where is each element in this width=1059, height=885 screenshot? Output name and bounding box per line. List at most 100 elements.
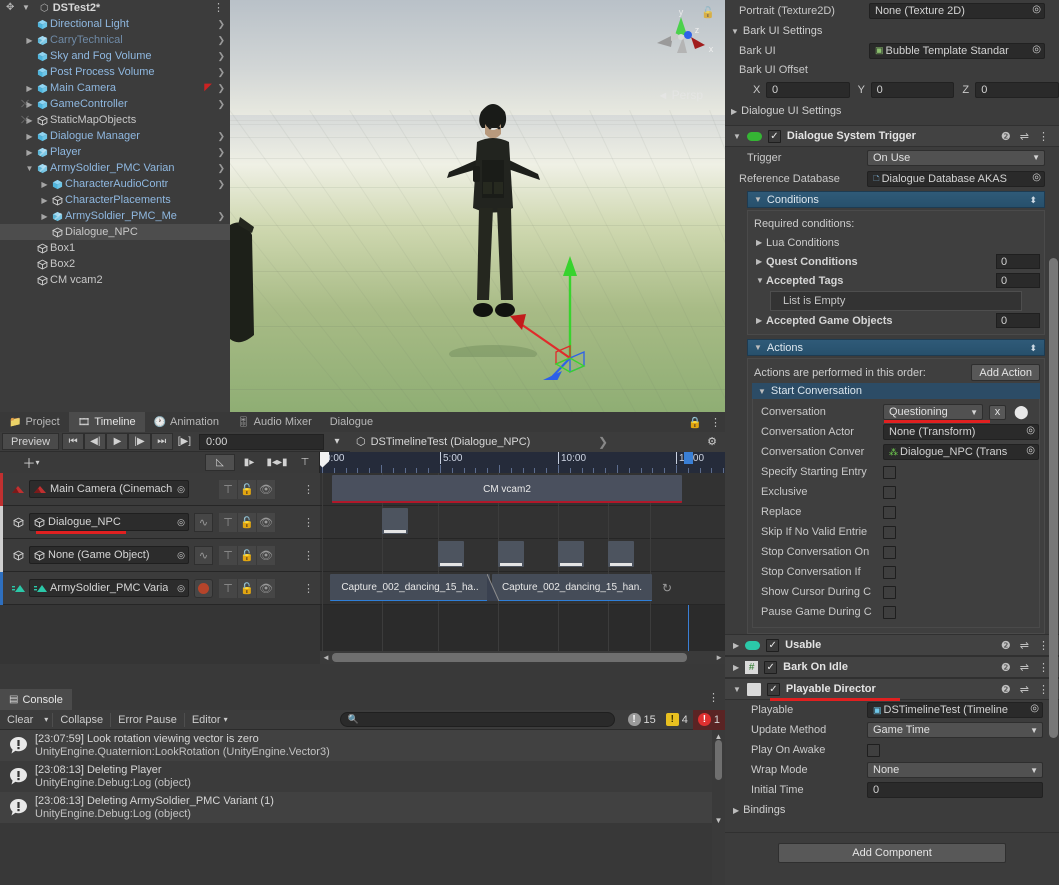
sc-field-skip-if-no-valid-entrie[interactable]: Skip If No Valid Entrie [753,522,1039,542]
inspector-scrollbar[interactable] [1049,258,1058,738]
hierarchy-item-sky-and-fog-volume[interactable]: Sky and Fog Volume ❯ [0,48,230,64]
chevron-right-icon[interactable]: ❯ [217,51,225,62]
track-curve-toggle[interactable]: ◺ [205,453,235,471]
sc-field-show-cursor-during-c[interactable]: Show Cursor During C [753,582,1039,602]
object-picker-icon[interactable]: ◎ [1032,172,1041,183]
track-lock-pin-button[interactable]: ⊤ [219,512,238,532]
console-log-row[interactable]: [23:08:13] Deleting Player UnityEngine.De… [0,761,725,792]
hierarchy-item-characteraudiocontr[interactable]: ▶ CharacterAudioContr ❯ [0,176,230,192]
scroll-right-arrow[interactable]: ► [713,653,725,662]
track-visibility-button[interactable]: 👁 [257,512,276,532]
timeline-clip-7[interactable]: Capture_002_dancing_15_han. [492,574,652,601]
component-menu-icon[interactable]: ⋮ [1038,661,1049,674]
scene-view[interactable]: y x z 🔓 ◄ Persp [230,0,725,412]
timeline-toolbar[interactable]: Preview ⏮ ◀| ▶ |▶ ⏭ [▶] 0:00 ▾ ⬡ DSTimel… [0,431,725,452]
tab-audio-mixer[interactable]: 🎚 Audio Mixer [227,412,321,432]
lua-conditions-row[interactable]: ▶ Lua Conditions [752,233,1040,252]
clear-button[interactable]: Clear [0,711,40,729]
pd-field-initial-time[interactable]: Initial Time 0 [725,780,1059,800]
sc-field-replace[interactable]: Replace [753,502,1039,522]
field-dropdown[interactable]: None ▼ [867,762,1043,778]
previous-frame-button[interactable]: ◀| [84,433,107,450]
hierarchy-item-box2[interactable]: Box2 [0,256,230,272]
sc-field-conversation-conver[interactable]: Conversation Conver ⁂ Dialogue_NPC (Trans ◎ [753,442,1039,462]
timeline-clip-2[interactable] [438,541,464,567]
chevron-right-icon[interactable]: ❯ [217,147,225,158]
sc-field-exclusive[interactable]: Exclusive [753,482,1039,502]
sc-field-stop-conversation-on[interactable]: Stop Conversation On [753,542,1039,562]
preset-icon[interactable]: ⇌ [1020,661,1029,674]
console-log-list[interactable]: [23:07:59] Look rotation viewing vector … [0,730,725,885]
chevron-right-icon[interactable]: ❯ [217,67,225,78]
timeline-clip-4[interactable] [558,541,584,567]
sc-field-conversation-actor[interactable]: Conversation Actor None (Transform) ◎ [753,422,1039,442]
bindings-foldout[interactable]: ▶ Bindings [725,800,1059,820]
console-scrollbar[interactable]: ▲ ▼ [712,730,725,885]
track-lock-pin-button[interactable]: ⊤ [219,545,238,565]
chevron-right-icon[interactable]: ❯ [217,83,225,94]
help-icon[interactable]: ❷ [1001,661,1011,674]
expand-arrow-icon[interactable]: ▶ [24,36,35,45]
collapsed-components[interactable]: ▶ ✓ Usable ❷ ⇌ ⋮ ▶ # ✓ Bark On Idle ❷ ⇌ ⋮ [725,634,1059,678]
component-enabled-checkbox[interactable]: ✓ [764,660,778,674]
triangle-right-icon[interactable]: ▶ [752,257,766,266]
track-lock-button[interactable]: 🔓 [238,512,257,532]
reference-database-row[interactable]: Reference Database 🗅 Dialogue Database A… [725,168,1059,189]
conversation-dropdown[interactable]: Questioning ▼ [883,404,990,423]
track-marker-button[interactable]: ⊤ [291,454,319,471]
track-object-field[interactable]: Main Camera (Cinemachine ◎ [29,480,189,498]
pd-field-playable[interactable]: Playable ▣ DSTimelineTest (Timeline ◎ [725,700,1059,720]
field-checkbox[interactable] [883,545,896,559]
reference-db-field[interactable]: 🗅 Dialogue Database AKAS ◎ [867,170,1045,187]
play-range-button[interactable]: [▶] [173,433,196,450]
triangle-right-icon[interactable]: ▶ [752,316,766,325]
track-snap-left-button[interactable]: ▮▸ [235,454,263,471]
chevron-right-icon[interactable]: ❯ [217,179,225,190]
add-component-button[interactable]: Add Component [778,843,1006,863]
hierarchy-item-armysoldier-pmc-varian[interactable]: ▼ ArmySoldier_PMC Varian ❯ [0,160,230,176]
scene-projection-label[interactable]: ◄ Persp [657,88,703,102]
track-lock-button[interactable]: 🔓 [238,578,257,598]
timeline-track-toolbar[interactable]: ＋ ▾ ◺ ▮▸ ▮◂▸▮ ⊤ 0:005:0010:0015:00 [0,451,725,473]
hierarchy-item-player[interactable]: ▶ Player ❯ [0,144,230,160]
expand-arrow-icon[interactable]: ▶ [39,196,50,205]
timeline-clip-5[interactable] [608,541,634,567]
offset-x-field[interactable]: 0 [765,82,850,98]
triangle-down-icon[interactable]: ▼ [733,685,741,694]
field-checkbox[interactable] [883,505,896,519]
warning-counter[interactable]: ! 4 [661,710,693,730]
field-checkbox[interactable] [883,465,896,479]
track-lock-pin-button[interactable]: ⊤ [219,578,238,598]
field-checkbox[interactable] [883,605,896,619]
object-picker-icon[interactable]: ◎ [177,550,185,561]
hierarchy-item-cm-vcam2[interactable]: CM vcam2 [0,272,230,288]
hierarchy-list[interactable]: Directional Light ❯ ▶ CarryTechnical ❯ Sky an… [0,16,230,288]
field-object[interactable]: None (Transform) ◎ [883,424,1039,440]
offset-z-field[interactable]: 0 [975,82,1059,98]
object-picker-icon[interactable]: ◎ [177,517,185,528]
bark-ui-field[interactable]: ▣ Bubble Template Standar ◎ [869,42,1045,59]
component-header-playable-director[interactable]: ▼ ✓ Playable Director ❷ ⇌ ⋮ [725,678,1059,701]
hierarchy-item-dialogue-manager[interactable]: ▶ Dialogue Manager ❯ [0,128,230,144]
timeline-clip-area[interactable]: CM vcam2 Capture_002_dancing_15_ha.. Captu… [320,473,725,664]
timeline-body[interactable]: Main Camera (Cinemachine◎⊤🔓👁⋮Dialogue_NP… [0,473,725,664]
console-search-input[interactable]: 🔍 [339,712,615,727]
component-menu-icon[interactable]: ⋮ [1038,130,1049,143]
ruler-playhead-handle[interactable] [320,451,329,468]
scene-lock-icon[interactable]: 🔓 [701,6,715,19]
play-button[interactable]: ▶ [106,433,129,450]
reorder-grip-icon[interactable]: ⬍ [1029,195,1037,204]
component-menu-icon[interactable]: ⋮ [1038,639,1049,652]
expand-arrow-icon[interactable]: ▼ [24,164,35,173]
timeline-breadcrumb[interactable]: ⬡ DSTimelineTest (Dialogue_NPC) ❯ ⚙ [349,431,725,452]
add-action-button[interactable]: Add Action [971,364,1040,381]
component-menu-icon[interactable]: ⋮ [1038,683,1049,696]
hierarchy-panel[interactable]: ✥ ▼ ⬡ DSTest2* ⋮ Directional Light ❯ ▶ Carr… [0,0,230,412]
pd-field-wrap-mode[interactable]: Wrap Mode None ▼ [725,760,1059,780]
hierarchy-item-dialogue-npc[interactable]: Dialogue_NPC [0,224,230,240]
object-picker-icon[interactable]: ◎ [1026,445,1035,456]
chevron-right-icon[interactable]: ❯ [217,131,225,142]
field-object[interactable]: ▣ DSTimelineTest (Timeline ◎ [867,702,1043,718]
info-counter[interactable]: ! 15 [623,710,661,730]
hierarchy-expand-arrow[interactable]: ▼ [22,3,30,12]
